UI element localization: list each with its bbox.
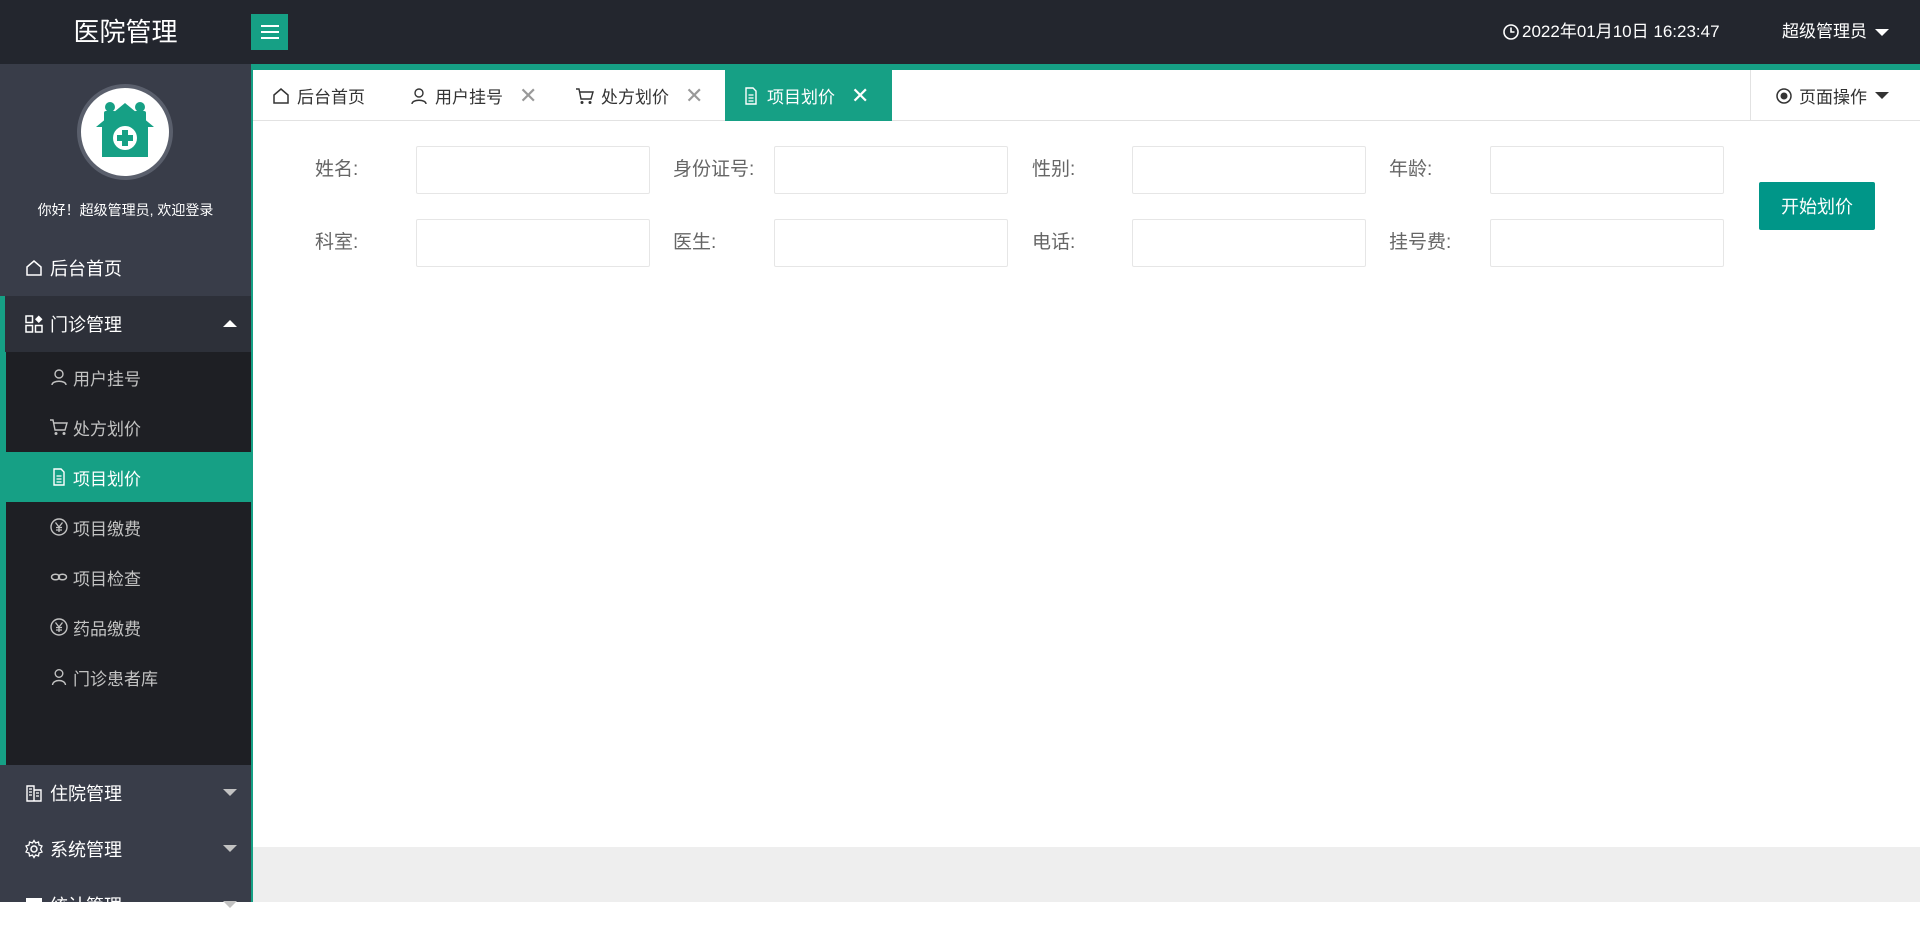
close-icon[interactable]: ✕ [685,84,703,107]
chevron-up-icon [223,320,237,327]
username: 超级管理员 [1782,22,1867,41]
phone-label: 电话: [1032,232,1076,253]
tab-bar: 后台首页 用户挂号 ✕ 处方划价 ✕ 项目划价 ✕ 页面操作 [253,70,1920,121]
submenu-item-label: 项目检查 [73,569,141,589]
start-pricing-button[interactable]: 开始划价 [1759,182,1875,230]
submenu-item-label: 项目划价 [73,469,141,489]
tab-label: 项目划价 [767,88,835,107]
home-icon [271,86,291,106]
doctor-input[interactable] [774,219,1008,267]
submenu-item-label: 项目缴费 [73,519,141,539]
datetime-text: 2022年01月10日 16:23:47 [1522,22,1720,41]
outpatient-submenu: 用户挂号 处方划价 项目划价 项目缴费 项目检查 药品缴费 门诊患者库 [0,352,251,765]
tab-project-pricing[interactable]: 项目划价 ✕ [725,70,892,121]
sidebar-item-label: 门诊管理 [50,315,122,335]
building-icon [24,783,44,803]
tab-home[interactable]: 后台首页 [271,70,365,121]
submenu-item-label: 用户挂号 [73,369,141,389]
user-icon [49,367,69,387]
gear-icon [24,839,44,859]
menu-icon [260,25,279,39]
submenu-item-label: 门诊患者库 [73,669,158,689]
grid-icon [24,314,44,334]
caret-down-icon [1875,92,1889,99]
cart-icon [575,86,595,106]
document-icon [741,86,761,106]
tab-registration[interactable]: 用户挂号 ✕ [409,70,537,121]
name-input[interactable] [416,146,650,194]
yen-icon [49,517,69,537]
top-header: 医院管理 2022年01月10日 16:23:47 超级管理员 [0,0,1920,64]
avatar [77,84,173,180]
registration-fee-input[interactable] [1490,219,1724,267]
tab-label: 用户挂号 [435,88,503,107]
gender-label: 性别: [1032,159,1076,180]
sidebar-item-system[interactable]: 系统管理 [0,821,251,877]
hospital-logo-icon [96,102,154,157]
cart-icon [49,417,69,437]
yen-icon [49,617,69,637]
user-icon [409,86,429,106]
tab-prescription-pricing[interactable]: 处方划价 ✕ [575,70,703,121]
idcard-label: 身份证号: [673,159,755,180]
home-icon [24,258,44,278]
submenu-item-label: 药品缴费 [73,619,141,639]
clock-icon [1503,24,1519,40]
sidebar: 你好！超级管理员, 欢迎登录 后台首页 门诊管理 用户挂号 处方划价 项目划价 … [0,64,251,916]
active-indicator [0,296,5,352]
link-icon [49,567,69,587]
age-label: 年龄: [1389,159,1433,180]
sidebar-item-label: 后台首页 [50,259,122,279]
chevron-down-icon [223,789,237,796]
radio-dot-icon [1776,87,1792,104]
sidebar-item-label: 住院管理 [50,784,122,804]
submenu-item-label: 处方划价 [73,419,141,439]
page-operations-label: 页面操作 [1799,88,1867,107]
sidebar-item-label: 统计管理 [50,896,122,916]
chevron-down-icon [223,901,237,908]
user-menu[interactable]: 超级管理员 [1782,0,1889,64]
close-icon[interactable]: ✕ [851,84,869,107]
department-label: 科室: [315,232,359,253]
sidebar-toggle-button[interactable] [251,14,288,50]
chevron-down-icon [223,845,237,852]
tab-label: 处方划价 [601,88,669,107]
footer-strip [253,847,1920,902]
name-label: 姓名: [315,159,359,180]
department-input[interactable] [416,219,650,267]
page-operations-dropdown[interactable]: 页面操作 [1750,70,1920,121]
submenu-item-project-payment[interactable]: 项目缴费 [0,502,251,552]
doctor-label: 医生: [673,232,717,253]
monitor-icon [24,895,44,915]
age-input[interactable] [1490,146,1724,194]
submenu-item-project-check[interactable]: 项目检查 [0,552,251,602]
submenu-item-patient-library[interactable]: 门诊患者库 [0,652,251,702]
close-icon[interactable]: ✕ [519,84,537,107]
submenu-item-project-pricing[interactable]: 项目划价 [0,452,251,502]
submenu-item-drug-payment[interactable]: 药品缴费 [0,602,251,652]
submenu-item-registration[interactable]: 用户挂号 [0,352,251,402]
app-title: 医院管理 [73,17,178,47]
tab-label: 后台首页 [297,88,365,107]
sidebar-item-outpatient[interactable]: 门诊管理 [0,296,251,352]
sidebar-item-statistics[interactable]: 统计管理 [0,877,251,933]
datetime-display: 2022年01月10日 16:23:47 [1502,0,1720,64]
registration-fee-label: 挂号费: [1389,232,1452,253]
idcard-input[interactable] [774,146,1008,194]
sidebar-item-label: 系统管理 [50,840,122,860]
phone-input[interactable] [1132,219,1366,267]
welcome-text: 你好！超级管理员, 欢迎登录 [37,202,214,218]
sidebar-item-home[interactable]: 后台首页 [0,240,251,296]
person-icon [49,667,69,687]
sidebar-item-inpatient[interactable]: 住院管理 [0,765,251,821]
caret-down-icon [1875,28,1889,36]
submenu-item-prescription-pricing[interactable]: 处方划价 [0,402,251,452]
document-icon [49,467,69,487]
gender-input[interactable] [1132,146,1366,194]
